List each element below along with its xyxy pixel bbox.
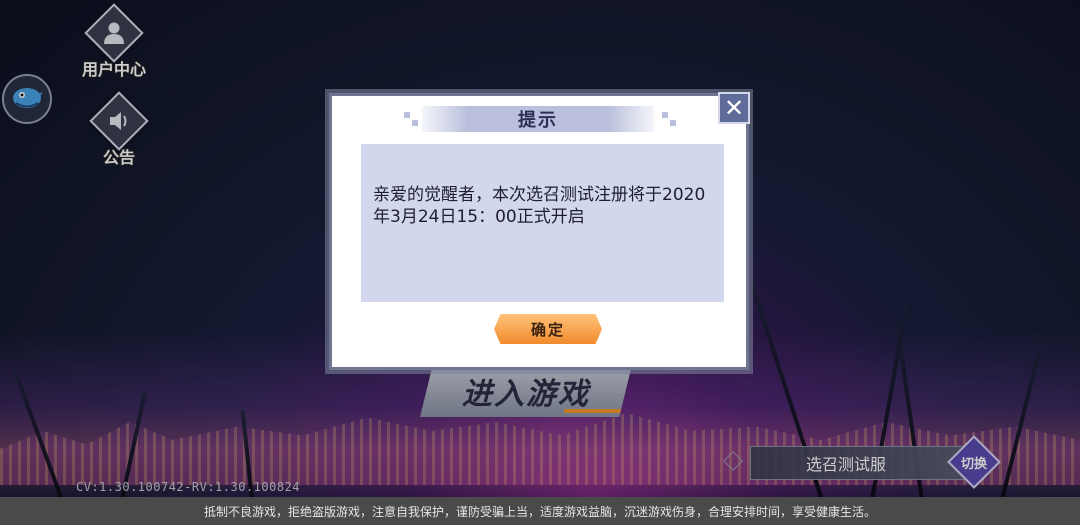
health-notice-bar: 抵制不良游戏，拒绝盗版游戏，注意自我保护，谨防受骗上当，适度游戏益脑，沉迷游戏伤… <box>0 497 1080 525</box>
title-pixel-decor <box>412 120 418 126</box>
dialog-title: 提示 <box>518 110 558 131</box>
dialog-titlebar: 提示 <box>422 106 654 132</box>
confirm-button[interactable]: 确定 <box>494 314 602 344</box>
close-icon: ✕ <box>723 94 745 122</box>
title-pixel-decor <box>404 112 410 118</box>
title-pixel-decor <box>670 120 676 126</box>
title-pixel-decor <box>662 112 668 118</box>
notice-dialog: 提示 亲爱的觉醒者，本次选召测试注册将于2020年3月24日15：00正式开启 … <box>329 93 749 370</box>
confirm-label: 确定 <box>530 320 565 339</box>
message-box: 亲爱的觉醒者，本次选召测试注册将于2020年3月24日15：00正式开启 <box>361 144 724 302</box>
dialog-message: 亲爱的觉醒者，本次选召测试注册将于2020年3月24日15：00正式开启 <box>373 185 706 227</box>
close-dialog-button[interactable]: ✕ <box>718 92 750 124</box>
health-notice-text: 抵制不良游戏，拒绝盗版游戏，注意自我保护，谨防受骗上当，适度游戏益脑，沉迷游戏伤… <box>203 504 876 519</box>
